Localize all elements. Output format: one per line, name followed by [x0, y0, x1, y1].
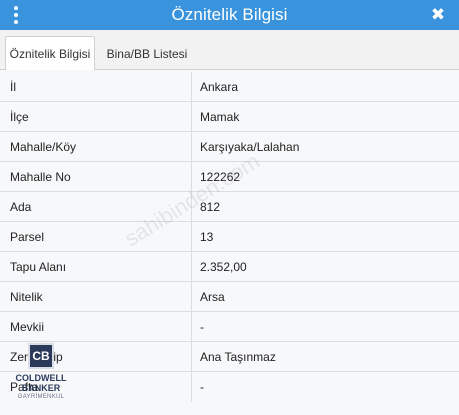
table-row: Ada 812 — [0, 192, 459, 222]
table-row: Mevkii - — [0, 312, 459, 342]
close-icon[interactable]: ✖ — [428, 4, 448, 26]
table-row: Parsel 13 — [0, 222, 459, 252]
row-label: Mahalle/Köy — [0, 132, 192, 161]
logo-mark: CB — [28, 343, 54, 369]
table-row: İlçe Mamak — [0, 102, 459, 132]
tab-bina-bb-listesi[interactable]: Bina/BB Listesi — [99, 36, 195, 71]
logo-line-1: COLDWELL — [15, 373, 67, 383]
row-label: Mahalle No — [0, 162, 192, 191]
window-titlebar: Öznitelik Bilgisi ✖ — [0, 0, 459, 30]
row-value: 2.352,00 — [200, 259, 247, 274]
row-value: 13 — [200, 229, 214, 244]
tab-bar: Öznitelik Bilgisi Bina/BB Listesi — [0, 30, 459, 71]
row-label: İlçe — [0, 102, 192, 131]
row-label: İl — [0, 72, 192, 101]
row-value: 812 — [200, 199, 221, 214]
table-row: İl Ankara — [0, 72, 459, 102]
row-value: Mamak — [200, 109, 240, 124]
row-label: Parsel — [0, 222, 192, 251]
tab-oznitelik-bilgisi[interactable]: Öznitelik Bilgisi — [5, 36, 95, 71]
table-row: Mahalle No 122262 — [0, 162, 459, 192]
row-value: - — [200, 319, 204, 334]
row-value: Arsa — [200, 289, 225, 304]
row-value: 122262 — [200, 169, 241, 184]
row-label: Ada — [0, 192, 192, 221]
table-row: Tapu Alanı 2.352,00 — [0, 252, 459, 282]
row-value: Ankara — [200, 79, 239, 94]
vertical-dots-icon[interactable] — [13, 6, 19, 24]
window-title: Öznitelik Bilgisi — [171, 5, 288, 24]
row-label: Tapu Alanı — [0, 252, 192, 281]
row-label: Mevkii — [0, 312, 192, 341]
logo-line-2: BANKER — [21, 383, 61, 393]
table-row: Mahalle/Köy Karşıyaka/Lalahan — [0, 132, 459, 162]
coldwell-banker-logo: CB COLDWELL BANKER GAYRİMENKUL — [6, 343, 76, 407]
logo-line-3: GAYRİMENKUL — [17, 394, 65, 400]
table-row: Nitelik Arsa — [0, 282, 459, 312]
row-value: Karşıyaka/Lalahan — [200, 139, 300, 154]
row-value: - — [200, 380, 204, 394]
row-label: Nitelik — [0, 282, 192, 311]
row-value: Ana Taşınmaz — [200, 349, 276, 364]
